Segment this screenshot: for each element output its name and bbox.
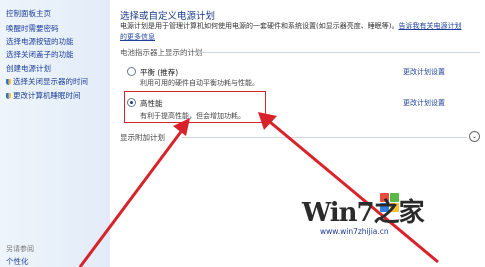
watermark-url: www.win7zhijia.cn <box>320 227 389 236</box>
annotation-arrow-left <box>78 128 185 267</box>
watermark-text: Win7之家 <box>302 198 425 228</box>
